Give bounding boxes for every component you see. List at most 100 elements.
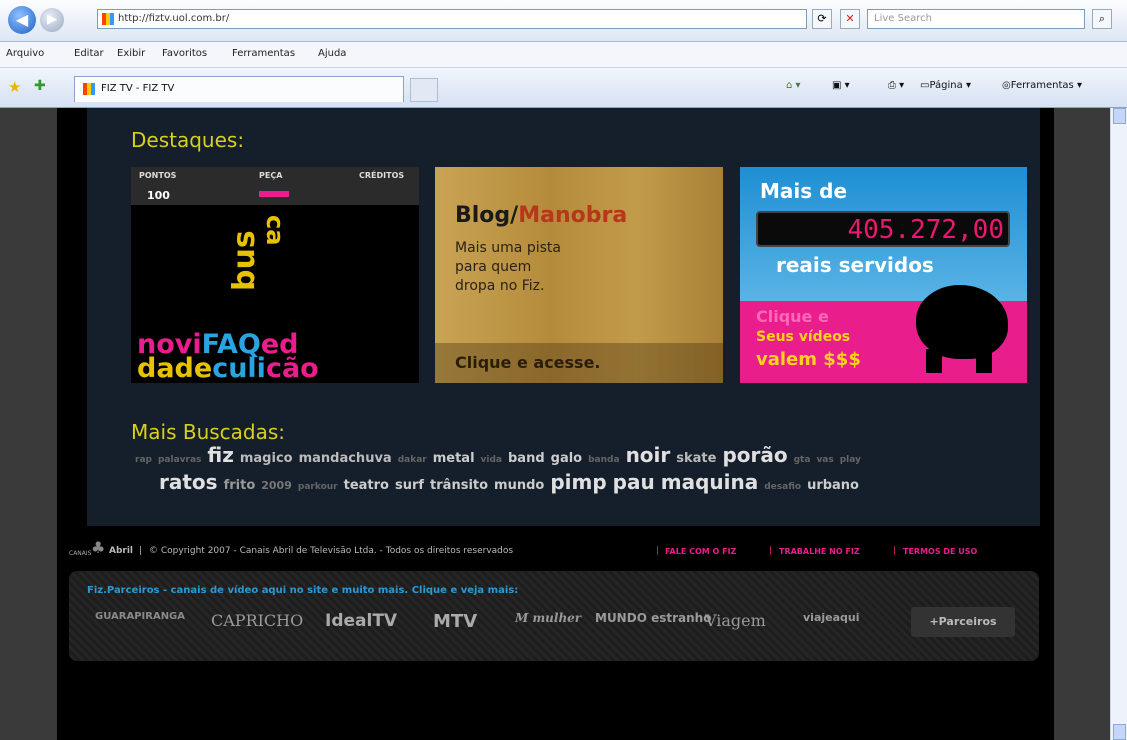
search-tag-link[interactable]: desafio [764,482,801,492]
refresh-icon[interactable]: ⟳ [812,9,832,29]
menu-editar[interactable]: Editar [74,48,104,59]
menu-favoritos[interactable]: Favoritos [162,48,207,59]
print-icon[interactable]: ⎙ ▾ [888,80,904,91]
search-tag-link[interactable]: band [508,451,545,466]
more-partners-button[interactable]: +Parceiros [911,607,1015,637]
fale-com-o-fiz-link[interactable]: FALE COM O FIZ [665,547,736,556]
blog-body-line-3: dropa no Fiz. [455,278,545,294]
vertical-scrollbar[interactable] [1110,108,1127,740]
search-tag-link[interactable]: vas [816,455,833,465]
back-button[interactable]: ◀ [8,6,36,34]
idealtv-logo[interactable]: IdealTV [325,611,397,631]
capricho-logo[interactable]: CAPRICHO [211,611,303,630]
videos-label: Seus vídeos [756,329,851,345]
menu-bar: Arquivo Editar Exibir Favoritos Ferramen… [0,42,1127,68]
page-menu[interactable]: ▭Página ▾ [920,80,971,91]
mais-de-label: Mais de [760,179,848,203]
footer-divider-4: | [893,546,897,556]
piggy-leg-icon-2 [976,349,992,373]
stop-icon[interactable]: ✕ [840,9,860,29]
search-tag-link[interactable]: skate [676,451,716,466]
guarapiranga-logo[interactable]: GUARAPIRANGA [95,611,185,622]
piggy-leg-icon [926,349,942,373]
address-toolbar: ◀ ▶ http://fiztv.uol.com.br/ ⟳ ✕ Live Se… [0,0,1127,42]
search-tag-link[interactable]: gta [794,455,811,465]
search-tag-link[interactable]: noir [626,444,671,467]
search-tag-link[interactable]: surf [395,478,424,493]
viagem-logo[interactable]: Viagem [705,611,766,630]
tetris-word-4: dade [137,353,213,383]
forward-button[interactable]: ▶ [40,8,64,32]
address-input[interactable]: http://fiztv.uol.com.br/ [97,9,807,29]
blog-cta[interactable]: Clique e acesse. [455,353,601,372]
blog-body-line-2: para quem [455,259,532,275]
tab-fiz-tv[interactable]: FIZ TV - FIZ TV [74,76,404,102]
search-tag-link[interactable]: 2009 [261,479,292,492]
search-tag-link[interactable]: maquina [661,471,758,494]
search-tag-link[interactable]: ratos [159,471,218,494]
busca-word-2: ca [261,215,289,246]
menu-exibir[interactable]: Exibir [117,48,145,59]
videos-counter-banner[interactable]: Mais de 405.272,00 reais servidos Clique… [740,167,1027,383]
clique-label: Clique e [756,307,829,326]
search-tag-link[interactable]: play [840,455,861,465]
menu-arquivo[interactable]: Arquivo [6,48,44,59]
menu-ajuda[interactable]: Ajuda [318,48,346,59]
tab-title: FIZ TV - FIZ TV [101,83,175,94]
search-tag-link[interactable]: galo [551,451,582,466]
search-icon[interactable]: ⌕ [1092,9,1112,29]
search-tag-link[interactable]: fiz [207,444,233,467]
search-tag-link[interactable]: metal [433,451,475,466]
feeds-icon[interactable]: ▣ ▾ [832,80,850,91]
search-input[interactable]: Live Search [867,9,1085,29]
home-icon[interactable]: ⌂ ▾ [786,80,801,91]
content-panel: Destaques: PONTOS PEÇA CRÉDITOS 100 bus … [87,108,1040,526]
mtv-logo[interactable]: MTV [433,611,477,632]
search-tag-link[interactable]: palavras [158,455,201,465]
partners-title[interactable]: Fiz.Parceiros - canais de vídeo aqui no … [87,585,518,596]
viajeaqui-logo[interactable]: viajeaqui [803,611,860,624]
blog-manobra-banner[interactable]: Blog/Manobra Mais uma pista para quem dr… [435,167,723,383]
reais-servidos-label: reais servidos [776,253,934,277]
scroll-down-button[interactable] [1113,724,1126,740]
favorites-star-icon[interactable]: ★ [8,78,21,96]
mundo-estranho-logo[interactable]: MUNDO estranho [595,611,711,625]
search-tag-link[interactable]: rap [135,455,152,465]
add-favorites-icon[interactable]: ✚ [34,78,46,94]
termos-de-uso-link[interactable]: TERMOS DE USO [903,547,977,556]
search-tag-link[interactable]: vida [481,455,502,465]
mais-buscadas-heading: Mais Buscadas: [131,420,286,444]
tag-cloud-row-2: ratos frito 2009 parkour teatro surf trânsito m… [135,471,1035,498]
search-tag-link[interactable]: trânsito [430,478,488,493]
trabalhe-no-fiz-link[interactable]: TRABALHE NO FIZ [779,547,860,556]
busca-game-banner[interactable]: PONTOS PEÇA CRÉDITOS 100 bus ca noviFAQe… [131,167,419,383]
search-tag-link[interactable]: parkour [298,482,338,492]
search-tag-link[interactable]: pau [613,471,655,494]
fiz-favicon-icon [102,13,114,25]
search-tag-link[interactable]: urbano [807,478,859,493]
tools-menu[interactable]: ◎Ferramentas ▾ [1002,80,1082,91]
browser-chrome: ◀ ▶ http://fiztv.uol.com.br/ ⟳ ✕ Live Se… [0,0,1127,108]
search-tag-link[interactable]: dakar [398,455,427,465]
busca-word-1: bus [227,230,262,291]
blog-body-line-1: Mais uma pista [455,240,561,256]
canais-label: CANAIS [69,550,92,557]
blog-body: Mais uma pista para quem dropa no Fiz. [455,239,561,296]
search-tag-link[interactable]: magico [240,451,293,466]
search-tag-link[interactable]: mandachuva [299,451,392,466]
search-tag-link[interactable]: banda [588,455,619,465]
tetris-words: noviFAQed dadeculicão [137,331,319,383]
search-tag-link[interactable]: frito [224,478,256,493]
search-tag-link[interactable]: porão [722,444,787,467]
m-mulher-logo[interactable]: M mulher [515,611,581,625]
search-tag-link[interactable]: pimp [550,471,606,494]
blog-title: Blog/Manobra [455,203,627,228]
partners-strip: Fiz.Parceiros - canais de vídeo aqui no … [69,571,1039,661]
menu-ferramentas[interactable]: Ferramentas [232,48,295,59]
counter-value: 405.272,00 [847,215,1004,245]
search-tag-link[interactable]: teatro [344,478,389,493]
scroll-up-button[interactable] [1113,108,1126,124]
search-tag-link[interactable]: mundo [494,478,544,493]
new-tab-button[interactable] [410,78,438,102]
pontos-label: PONTOS [139,171,177,180]
